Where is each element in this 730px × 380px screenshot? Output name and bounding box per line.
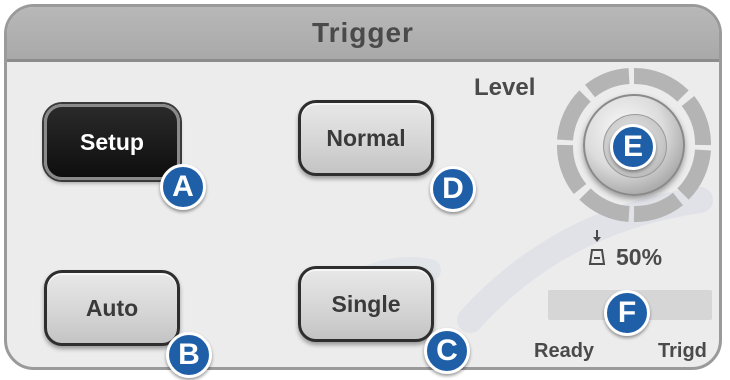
marker-f: F <box>604 290 650 336</box>
auto-button-label: Auto <box>85 294 139 321</box>
normal-button[interactable]: Normal <box>298 100 434 176</box>
level-50-percent-icon <box>588 230 606 265</box>
normal-button-label: Normal <box>326 124 406 151</box>
marker-c: C <box>424 328 470 374</box>
panel-title: Trigger <box>312 17 414 48</box>
single-button[interactable]: Single <box>298 266 434 342</box>
setup-button[interactable]: Setup <box>44 104 180 180</box>
level-percent-text: 50% <box>616 244 663 270</box>
setup-button-label: Setup <box>80 128 144 155</box>
panel-header: Trigger <box>7 7 719 62</box>
marker-e: E <box>610 124 656 170</box>
level-label: Level <box>474 74 536 101</box>
auto-button[interactable]: Auto <box>44 270 180 346</box>
marker-a: A <box>160 164 206 210</box>
marker-b: B <box>166 332 212 378</box>
marker-d: D <box>430 166 476 212</box>
single-button-label: Single <box>331 290 401 317</box>
ready-label: Ready <box>534 340 595 362</box>
trigd-label: Trigd <box>658 340 707 362</box>
